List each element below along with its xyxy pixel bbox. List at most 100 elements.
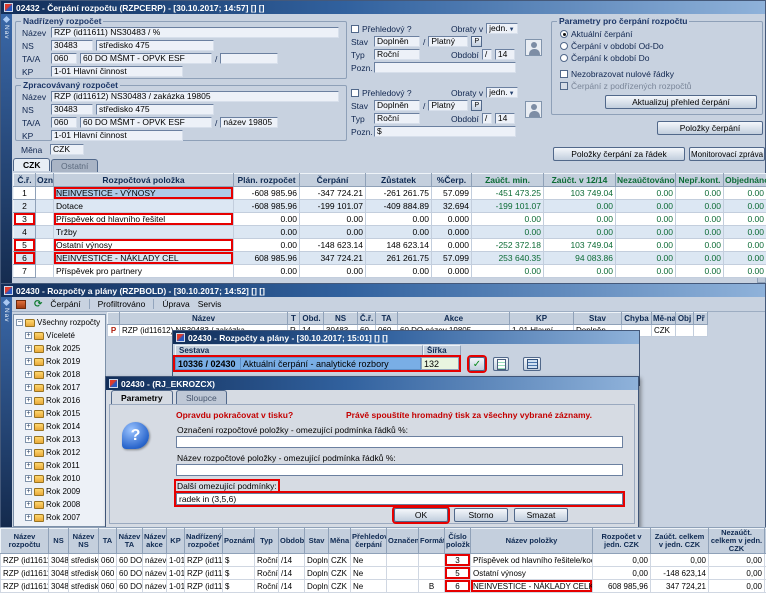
pozn-field[interactable] (374, 62, 516, 73)
col-header[interactable]: Nezaúčt. celkem v jedn. CZK (709, 529, 765, 554)
prehledovy-checkbox[interactable] (351, 89, 359, 97)
window3-titlebar[interactable]: 02430 - Rozpočty a plány - [30.10.2017; … (173, 331, 639, 344)
zprac-akce-field[interactable]: název 19805 (220, 117, 278, 128)
zprac-ta-field[interactable]: 060 (51, 117, 77, 128)
expand-icon[interactable] (25, 514, 32, 521)
obraty-select[interactable]: jedn.▼ (486, 23, 518, 34)
zprac-nazev-field[interactable]: RZP (id11612) NS30483 / zakázka 19805 (51, 91, 339, 102)
col-header[interactable]: Mě-na (652, 313, 676, 325)
confirm-button[interactable]: ✓ (469, 357, 485, 371)
col-header[interactable]: Č.ř. (358, 313, 376, 325)
cerpani-podrizenych-checkbox[interactable] (560, 82, 568, 90)
expand-icon[interactable] (25, 332, 32, 339)
zprac-ta-name-field[interactable]: 60 DO MŠMT - OPVK ESF (80, 117, 212, 128)
tree-item[interactable]: Rok 2010 (16, 472, 103, 485)
refresh-icon[interactable]: ⟳ (34, 300, 42, 309)
tree-item[interactable]: Rok 2025 (16, 342, 103, 355)
col-header[interactable]: Označení (387, 529, 419, 554)
grid-row[interactable]: RZP (id11611)30483středisko06060 DOnázev… (1, 580, 766, 593)
tab-czk[interactable]: CZK (13, 158, 50, 171)
tree-item[interactable]: Rok 2015 (16, 407, 103, 420)
col-header[interactable]: Období (279, 529, 305, 554)
monitorovaci-zprava-button[interactable]: Monitorovací zpráva (689, 147, 765, 161)
tab-parametry[interactable]: Parametry (111, 390, 173, 404)
nezobrazovat-nulove-checkbox[interactable] (560, 70, 568, 78)
dalsi-podminky-input[interactable] (176, 493, 623, 505)
book-icon[interactable] (16, 300, 26, 309)
expand-icon[interactable] (25, 488, 32, 495)
expand-icon[interactable] (25, 436, 32, 443)
col-header[interactable]: Formát (419, 529, 445, 554)
grid-row[interactable]: 7Příspěvek pro partnery0.000.000.000.000… (14, 265, 766, 278)
sirka-col-header[interactable]: Šířka (423, 345, 461, 357)
window2-nav-strip[interactable]: Nav (1, 297, 12, 527)
p-button[interactable]: P (471, 100, 482, 111)
col-header[interactable]: Rozpočtová položka (54, 174, 234, 187)
nazev-podminka-input[interactable] (176, 464, 623, 476)
col-header[interactable]: Rozpočet v jedn. CZK (593, 529, 651, 554)
expand-icon[interactable] (25, 475, 32, 482)
col-header[interactable]: Nezaúčtováno (616, 174, 676, 187)
window1-titlebar[interactable]: 02432 - Čerpání rozpočtu (RZPCERP) - [30… (1, 1, 765, 14)
zprac-kp-field[interactable]: 1-01 Hlavní činnost (51, 130, 183, 141)
col-header[interactable]: Ozn (36, 174, 54, 187)
typ-field[interactable]: Roční (374, 49, 420, 60)
expand-icon[interactable] (25, 371, 32, 378)
tree-item[interactable]: Rok 2017 (16, 381, 103, 394)
smazat-button[interactable]: Smazat (514, 508, 568, 522)
polozky-cerpani-button[interactable]: Položky čerpání (657, 121, 763, 135)
col-header[interactable]: Název rozpočtu (1, 529, 49, 554)
tab-sloupce[interactable]: Sloupce (176, 390, 227, 404)
nadrizeny-ns-name-field[interactable]: středisko 475 (96, 40, 214, 51)
expand-icon[interactable] (25, 345, 32, 352)
stav-field[interactable]: Doplněn (374, 36, 420, 47)
tab-ostatni[interactable]: Ostatní (51, 159, 98, 172)
col-header[interactable]: TA (99, 529, 117, 554)
tree-item[interactable]: Rok 2014 (16, 420, 103, 433)
expand-icon[interactable] (25, 449, 32, 456)
col-header[interactable]: Plán. rozpočet (234, 174, 300, 187)
grid-row[interactable]: 3Příspěvek od hlavního řešitel0.000.000.… (14, 213, 766, 226)
preview-button[interactable] (493, 357, 509, 371)
grid-row[interactable]: 2Dotace-608 985.96-199 101.07-409 884.89… (14, 200, 766, 213)
col-header[interactable]: Název akce (143, 529, 167, 554)
expand-icon[interactable] (25, 358, 32, 365)
tree-item[interactable]: Víceleté (16, 329, 103, 342)
col-header[interactable] (108, 313, 120, 325)
sestava-selected-row[interactable]: 10336 / 02430 Aktuální čerpání - analyti… (175, 357, 459, 370)
zprac-ns-field[interactable]: 30483 (51, 104, 93, 115)
report-button[interactable] (523, 357, 541, 371)
tree-item[interactable]: Rok 2012 (16, 446, 103, 459)
col-header[interactable]: Název TA (117, 529, 143, 554)
pozn-field[interactable]: $ (374, 126, 516, 137)
col-header[interactable]: KP (167, 529, 185, 554)
zprac-ns-name-field[interactable]: středisko 475 (96, 104, 214, 115)
grid-row[interactable]: 4Tržby0.000.000.000.0000.000.000.000.000… (14, 226, 766, 239)
col-header[interactable]: Zůstatek (366, 174, 432, 187)
tree-item[interactable]: Rok 2016 (16, 394, 103, 407)
grid-row[interactable]: RZP (id11611)30483středisko06060 DOnázev… (1, 554, 766, 567)
col-header[interactable]: Název NS (69, 529, 99, 554)
col-header[interactable]: Př (694, 313, 708, 325)
toolbar-item-servis[interactable]: Servis (198, 299, 222, 309)
col-header[interactable]: KP (510, 313, 574, 325)
grid-row[interactable]: 6NEINVESTICE - NÁKLADY CEL608 985.96347 … (14, 252, 766, 265)
obdobi-field[interactable]: 14 (495, 113, 515, 124)
tree-item[interactable]: Rok 2013 (16, 433, 103, 446)
prehledovy-checkbox[interactable] (351, 25, 359, 33)
nadrizeny-kp-field[interactable]: 1-01 Hlavní činnost (51, 66, 183, 77)
window2-titlebar[interactable]: 02430 - Rozpočty a plány (RZPBOLD) - [30… (1, 284, 765, 297)
tree-item[interactable]: Rok 2019 (16, 355, 103, 368)
ok-button[interactable]: OK (394, 508, 448, 522)
col-header[interactable]: Obd. (300, 313, 324, 325)
nadrizeny-ta-field[interactable]: 060 (51, 53, 77, 64)
toolbar-item-profiltrovano[interactable]: Profiltrováno (98, 299, 146, 309)
oznaceni-podminka-input[interactable] (176, 436, 623, 448)
stav2-field[interactable]: Platný (428, 36, 468, 47)
mena-field[interactable]: CZK (50, 144, 84, 155)
expand-icon[interactable] (25, 384, 32, 391)
col-header[interactable]: Nepř.kont. (676, 174, 724, 187)
grid-row[interactable]: 1NEINVESTICE - VÝNOSY-608 985.96-347 724… (14, 187, 766, 200)
nadrizeny-ns-field[interactable]: 30483 (51, 40, 93, 51)
col-header[interactable]: Obj (676, 313, 694, 325)
